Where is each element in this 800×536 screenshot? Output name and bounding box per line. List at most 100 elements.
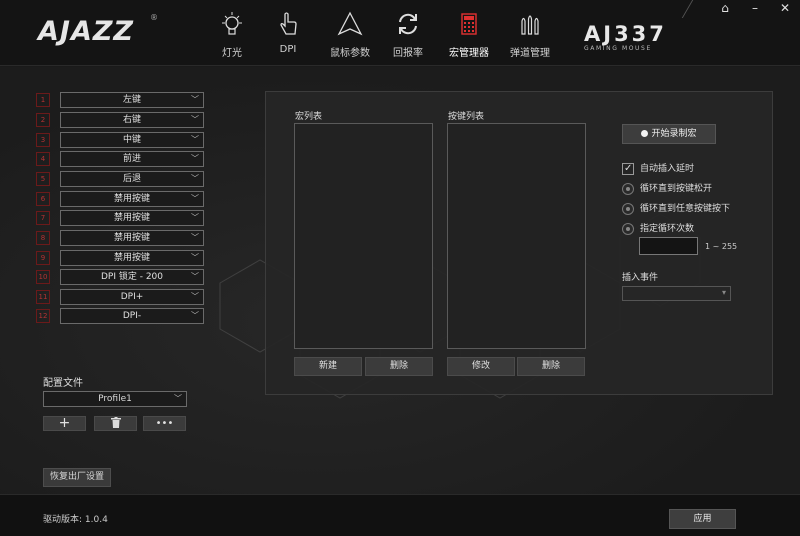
key-assign-select[interactable]: DPI- ﹀ <box>60 308 204 324</box>
chevron-down-icon: ﹀ <box>191 213 199 222</box>
loop-count-radio[interactable]: 指定循环次数 <box>622 222 694 236</box>
tab-report-rate-label: 回报率 <box>393 48 423 59</box>
profile-select[interactable]: Profile1 ﹀ <box>43 391 187 407</box>
key-assign-value: 禁用按键 <box>113 213 150 223</box>
key-assign-select[interactable]: 禁用按键 ﹀ <box>60 250 204 266</box>
chevron-down-icon: ﹀ <box>191 311 199 320</box>
start-record-button[interactable]: 开始录制宏 <box>622 124 716 144</box>
insert-event-select[interactable]: ▾ <box>622 286 731 301</box>
tab-ballistics[interactable]: 弹道管理 <box>498 10 562 59</box>
key-assign-value: 禁用按键 <box>113 233 150 243</box>
chevron-down-icon: ﹀ <box>191 154 199 163</box>
radio-icon <box>622 182 634 195</box>
key-number: 5 <box>36 172 50 186</box>
key-assign-select[interactable]: DPI 锁定 - 200 ﹀ <box>60 269 204 285</box>
cursor-triangle-icon <box>337 11 363 36</box>
tab-ballistics-label: 弹道管理 <box>510 48 550 59</box>
key-number: 7 <box>36 211 50 225</box>
close-button[interactable]: ✕ <box>770 0 800 18</box>
macro-list[interactable] <box>294 123 433 349</box>
chevron-down-icon: ﹀ <box>191 233 199 242</box>
caret-down-icon: ▾ <box>721 288 726 297</box>
key-list[interactable] <box>447 123 586 349</box>
radio-icon <box>622 202 634 215</box>
key-row: 11 DPI+ ﹀ <box>36 289 204 305</box>
key-number: 12 <box>36 309 50 323</box>
key-assign-value: DPI- <box>122 311 142 321</box>
key-assign-select[interactable]: 右键 ﹀ <box>60 112 204 128</box>
tab-lighting-label: 灯光 <box>222 48 242 59</box>
new-macro-button[interactable]: 新建 <box>294 357 362 376</box>
key-row: 7 禁用按键 ﹀ <box>36 210 204 226</box>
modify-key-button[interactable]: 修改 <box>447 357 515 376</box>
key-assign-value: 前进 <box>122 154 141 164</box>
key-row: 3 中键 ﹀ <box>36 132 204 148</box>
loop-until-release-label: 循环直到按键松开 <box>640 184 713 194</box>
chevron-down-icon: ﹀ <box>191 174 199 183</box>
trash-icon <box>110 417 121 428</box>
chevron-down-icon: ﹀ <box>191 272 199 281</box>
window-controls: ⌂ – ✕ <box>710 0 800 18</box>
tab-report-rate[interactable]: 回报率 <box>376 10 440 59</box>
key-assign-value: 中键 <box>122 135 141 145</box>
key-assign-select[interactable]: 中键 ﹀ <box>60 132 204 148</box>
tab-lighting[interactable]: 灯光 <box>200 10 264 59</box>
chevron-down-icon: ﹀ <box>174 394 182 403</box>
key-number: 1 <box>36 93 50 107</box>
tab-mouse-params[interactable]: 鼠标参数 <box>318 10 382 59</box>
bullets-icon <box>521 15 539 35</box>
model-subtitle: GAMING MOUSE <box>584 45 652 52</box>
key-assign-select[interactable]: 后退 ﹀ <box>60 171 204 187</box>
checkbox-checked-icon <box>622 162 634 176</box>
key-assign-value: DPI+ <box>120 292 144 302</box>
loop-until-release-radio[interactable]: 循环直到按键松开 <box>622 182 712 196</box>
delete-macro-button[interactable]: 删除 <box>365 357 433 376</box>
profile-label: 配置文件 <box>43 378 83 389</box>
key-list-label: 按键列表 <box>448 112 485 122</box>
more-options-button[interactable]: ••• <box>143 416 186 431</box>
key-row: 4 前进 ﹀ <box>36 151 204 167</box>
home-icon[interactable]: ⌂ <box>710 0 740 18</box>
loop-count-range: 1 ~ 255 <box>705 242 738 251</box>
key-assign-select[interactable]: 禁用按键 ﹀ <box>60 210 204 226</box>
refresh-icon <box>399 13 417 35</box>
delete-profile-button[interactable] <box>94 416 137 431</box>
factory-reset-button[interactable]: 恢复出厂设置 <box>43 468 111 487</box>
key-assign-select[interactable]: 禁用按键 ﹀ <box>60 230 204 246</box>
loop-until-any-key-radio[interactable]: 循环直到任意按键按下 <box>622 202 730 216</box>
record-dot-icon <box>641 130 649 137</box>
tab-macro-manager-label: 宏管理器 <box>449 48 489 59</box>
apply-button[interactable]: 应用 <box>669 509 736 529</box>
key-number: 4 <box>36 152 50 166</box>
key-assign-select[interactable]: 左键 ﹀ <box>60 92 204 108</box>
key-number: 3 <box>36 133 50 147</box>
key-assign-value: 禁用按键 <box>113 253 150 263</box>
key-assign-value: DPI 锁定 - 200 <box>100 272 164 282</box>
loop-until-any-key-label: 循环直到任意按键按下 <box>640 204 731 214</box>
key-row: 2 右键 ﹀ <box>36 112 204 128</box>
minimize-button[interactable]: – <box>740 0 770 18</box>
tab-dpi[interactable]: DPI <box>256 10 320 55</box>
tab-dpi-label: DPI <box>279 44 297 55</box>
start-record-label: 开始录制宏 <box>651 129 697 139</box>
auto-delay-checkbox[interactable]: 自动插入延时 <box>622 162 694 176</box>
key-number: 6 <box>36 192 50 206</box>
chevron-down-icon: ﹀ <box>191 253 199 262</box>
model-name: AJ337 <box>584 22 667 46</box>
loop-count-input[interactable] <box>639 237 698 255</box>
brand-logo: AJAZZ <box>38 16 134 47</box>
hand-pointer-icon <box>280 12 297 35</box>
tab-macro-manager[interactable]: 宏管理器 <box>437 10 501 59</box>
key-assign-value: 左键 <box>122 95 141 105</box>
insert-event-label: 插入事件 <box>622 273 659 283</box>
key-number: 2 <box>36 113 50 127</box>
tab-mouse-params-label: 鼠标参数 <box>330 48 370 59</box>
key-number: 9 <box>36 251 50 265</box>
key-assign-select[interactable]: 前进 ﹀ <box>60 151 204 167</box>
add-profile-button[interactable]: + <box>43 416 86 431</box>
key-assign-select[interactable]: 禁用按键 ﹀ <box>60 191 204 207</box>
loop-count-label: 指定循环次数 <box>640 224 695 234</box>
delete-key-button[interactable]: 删除 <box>517 357 585 376</box>
chevron-down-icon: ﹀ <box>191 194 199 203</box>
key-assign-select[interactable]: DPI+ ﹀ <box>60 289 204 305</box>
